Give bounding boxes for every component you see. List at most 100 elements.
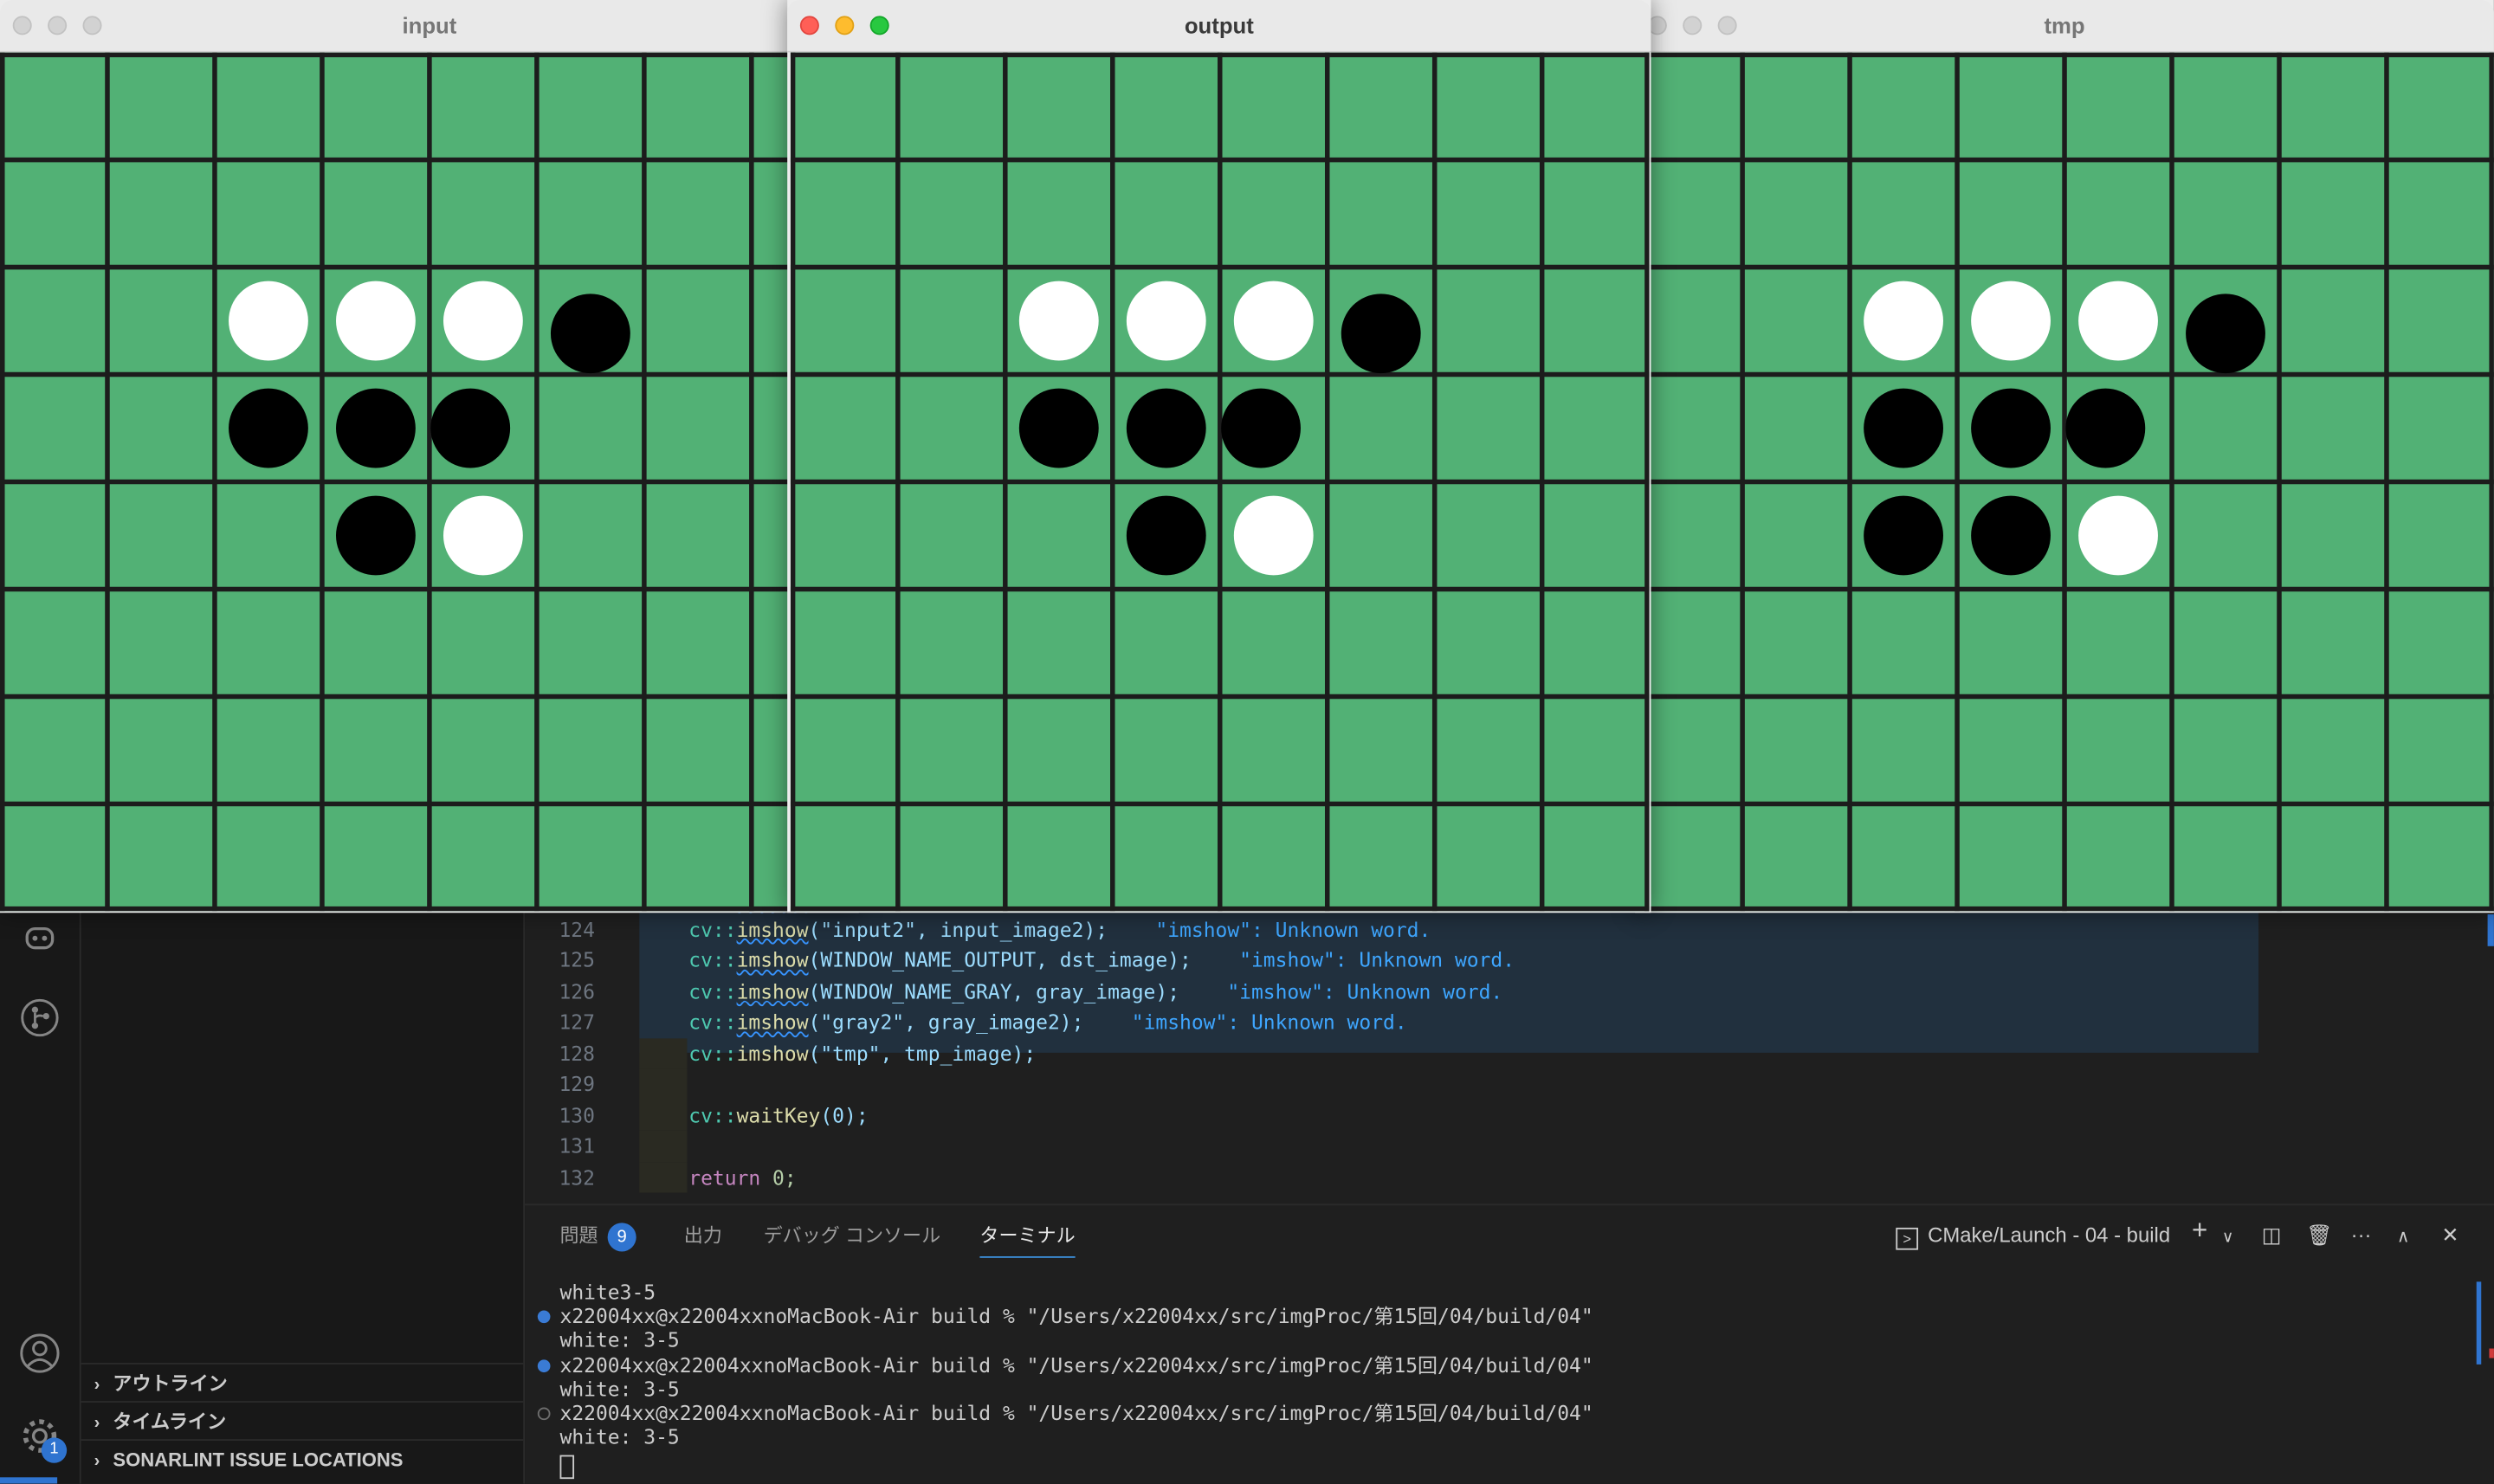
scrollbar-marker[interactable] [2487, 914, 2494, 946]
code-line[interactable]: 131 [525, 1130, 2494, 1162]
terminal-line: x22004xx@x22004xxnoMacBook-Air build % "… [537, 1304, 2469, 1328]
black-disc [1221, 388, 1301, 468]
command-status-dot-icon[interactable] [537, 1407, 551, 1421]
indent-guide [639, 1100, 688, 1131]
line-number: 126 [559, 978, 595, 1003]
black-disc [1018, 388, 1099, 468]
terminal-scrollbar[interactable] [2476, 1281, 2482, 1365]
terminal-cursor [559, 1455, 575, 1480]
chevron-right-icon: › [94, 1375, 100, 1395]
code-line[interactable]: 129 [525, 1068, 2494, 1100]
code-line[interactable]: 127 cv::imshow("gray2", gray_image2); "im… [525, 1007, 2494, 1038]
inline-warning: "imshow": Unknown word. [1083, 1010, 1407, 1034]
window-output[interactable]: output [787, 0, 1651, 913]
inline-warning: "imshow": Unknown word. [1191, 947, 1515, 972]
window-titlebar[interactable]: output [787, 0, 1651, 53]
terminal-line: white: 3-5 [559, 1377, 680, 1401]
terminal-line: x22004xx@x22004xxnoMacBook-Air build % "… [537, 1401, 2469, 1425]
white-disc [1233, 281, 1314, 361]
code-line[interactable]: 124 cv::imshow("input2", input_image2); "… [525, 913, 2494, 945]
bottom-panel: 問題 9 出力 デバッグ コンソール ターミナル > CMake/Launch - … [525, 1203, 2494, 1484]
sidebar-section-timeline[interactable]: › タイムライン [81, 1401, 524, 1441]
window-titlebar[interactable]: input [0, 0, 859, 53]
more-actions-icon[interactable]: ··· [2351, 1222, 2372, 1250]
black-disc [430, 388, 511, 468]
code-text: cv::waitKey(0); [688, 1102, 869, 1127]
inline-warning: "imshow": Unknown word. [1179, 978, 1503, 1003]
code-text: cv::imshow("tmp", tmp_image); [688, 1041, 1037, 1065]
line-number: 127 [559, 1010, 595, 1034]
terminal-line: x22004xx@x22004xxnoMacBook-Air build % "… [537, 1352, 2469, 1377]
indent-guide [639, 1068, 688, 1100]
white-disc [1864, 281, 1943, 361]
board-image-output [790, 52, 1650, 912]
inline-warning: "imshow": Unknown word. [1108, 916, 1431, 941]
code-line[interactable]: 125 cv::imshow(WINDOW_NAME_OUTPUT, dst_im… [525, 945, 2494, 976]
black-disc [336, 388, 416, 468]
code-line[interactable]: 130 cv::waitKey(0); [525, 1100, 2494, 1131]
problems-count-badge: 9 [607, 1223, 636, 1252]
window-title: output [1184, 12, 1254, 39]
maximize-panel-icon[interactable]: ∧ [2397, 1223, 2410, 1251]
chevron-down-icon[interactable]: ∨ [2222, 1224, 2233, 1253]
split-terminal-icon[interactable]: ◫ [2262, 1222, 2282, 1250]
black-disc [1126, 495, 1206, 576]
line-number: 132 [559, 1165, 595, 1189]
terminal-line: white: 3-5 [559, 1425, 680, 1449]
board-image-tmp [1635, 52, 2494, 912]
code-text: cv::imshow("input2", input_image2); "ims… [688, 916, 1431, 941]
settings-badge: 1 [41, 1437, 68, 1463]
new-terminal-plus-icon[interactable]: + [2192, 1216, 2207, 1245]
white-disc [1018, 281, 1099, 361]
code-text: return 0; [688, 1165, 797, 1189]
trash-icon[interactable]: 🗑 [2306, 1222, 2332, 1250]
terminal-cursor-line[interactable] [559, 1454, 2469, 1480]
black-disc [550, 294, 630, 374]
white-disc [1126, 281, 1206, 361]
sidebar-section-outline[interactable]: › アウトライン [81, 1363, 524, 1403]
white-disc [1233, 495, 1314, 576]
source-control-icon[interactable] [19, 997, 61, 1039]
white-disc [229, 281, 308, 361]
code-line[interactable]: 126 cv::imshow(WINDOW_NAME_GRAY, gray_ima… [525, 976, 2494, 1007]
board-image-input [0, 52, 859, 912]
tab-problems[interactable]: 問題 9 [560, 1222, 636, 1256]
black-disc [229, 388, 308, 468]
window-title: tmp [2044, 12, 2085, 39]
black-disc [1341, 294, 1421, 374]
code-text: cv::imshow(WINDOW_NAME_OUTPUT, dst_image… [688, 947, 1515, 972]
tab-debug-console[interactable]: デバッグ コンソール [764, 1222, 941, 1256]
window-titlebar[interactable]: tmp [1635, 0, 2494, 53]
window-input[interactable]: input [0, 0, 859, 913]
tab-output[interactable]: 出力 [684, 1222, 722, 1256]
tab-terminal[interactable]: ターミナル [979, 1222, 1076, 1258]
terminal-selector[interactable]: > CMake/Launch - 04 - build [1896, 1222, 2170, 1250]
chevron-right-icon: › [94, 1413, 100, 1433]
remote-indicator[interactable] [0, 1477, 58, 1484]
line-number: 131 [559, 1133, 595, 1158]
white-disc [2078, 281, 2158, 361]
black-disc [1864, 388, 1943, 468]
window-title: input [402, 12, 457, 39]
indent-guide [639, 1161, 688, 1193]
black-disc [1971, 495, 2051, 576]
white-disc [2078, 495, 2158, 576]
code-line[interactable]: 128 cv::imshow("tmp", tmp_image); [525, 1037, 2494, 1069]
window-tmp[interactable]: tmp [1635, 0, 2494, 913]
terminal-icon: > [1896, 1227, 1919, 1250]
chevron-right-icon: › [94, 1451, 100, 1471]
line-number: 128 [559, 1041, 595, 1065]
copilot-icon[interactable] [19, 916, 61, 958]
account-icon[interactable] [19, 1332, 61, 1374]
terminal-line: white3-5 [559, 1280, 656, 1305]
command-status-dot-icon[interactable] [537, 1358, 551, 1372]
code-line[interactable]: 132 return 0; [525, 1161, 2494, 1193]
command-status-dot-icon[interactable] [537, 1310, 551, 1324]
black-disc [2065, 388, 2146, 468]
desktop: 1 › アウトライン › タイムライン › SONARLINT ISSUE LOCAT… [0, 0, 2494, 1484]
black-disc [1864, 495, 1943, 576]
sidebar-section-sonarlint[interactable]: › SONARLINT ISSUE LOCATIONS [81, 1439, 524, 1479]
indent-guide [639, 1037, 688, 1069]
close-panel-icon[interactable]: ✕ [2441, 1222, 2458, 1250]
black-disc [1971, 388, 2051, 468]
